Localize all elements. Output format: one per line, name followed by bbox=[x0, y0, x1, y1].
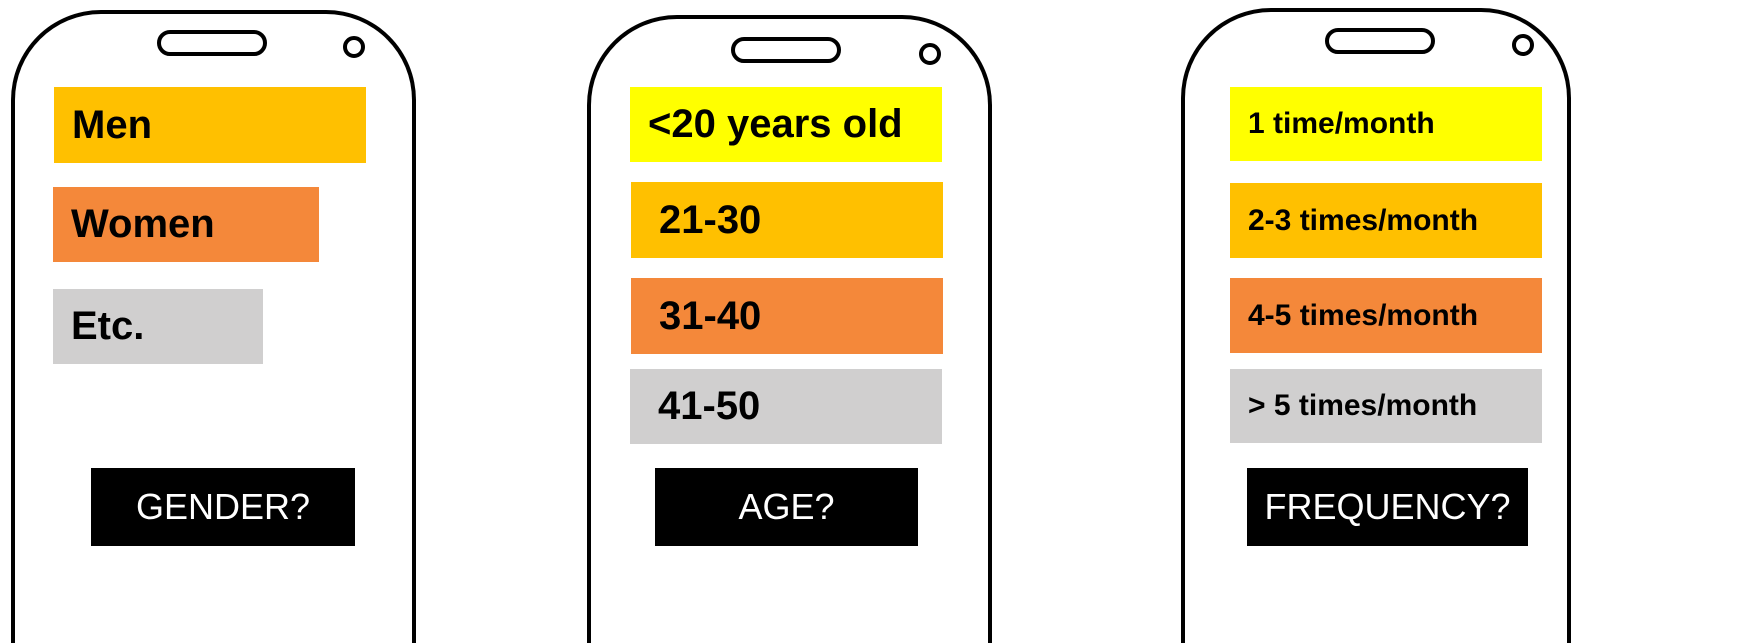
speaker-icon bbox=[731, 37, 841, 63]
speaker-icon bbox=[157, 30, 267, 56]
camera-icon bbox=[1512, 34, 1534, 56]
frequency-button[interactable]: FREQUENCY? bbox=[1247, 468, 1528, 546]
option-over-5-times-month[interactable]: > 5 times/month bbox=[1230, 369, 1542, 443]
option-41-50[interactable]: 41-50 bbox=[630, 369, 942, 444]
option-1-time-month[interactable]: 1 time/month bbox=[1230, 87, 1542, 161]
option-under-20[interactable]: <20 years old bbox=[630, 87, 942, 162]
option-etc[interactable]: Etc. bbox=[53, 289, 263, 364]
option-31-40[interactable]: 31-40 bbox=[631, 278, 943, 354]
camera-icon bbox=[919, 43, 941, 65]
gender-button[interactable]: GENDER? bbox=[91, 468, 355, 546]
speaker-icon bbox=[1325, 28, 1435, 54]
option-21-30[interactable]: 21-30 bbox=[631, 182, 943, 258]
option-4-5-times-month[interactable]: 4-5 times/month bbox=[1230, 278, 1542, 353]
option-men[interactable]: Men bbox=[54, 87, 366, 163]
camera-icon bbox=[343, 36, 365, 58]
option-2-3-times-month[interactable]: 2-3 times/month bbox=[1230, 183, 1542, 258]
option-women[interactable]: Women bbox=[53, 187, 319, 262]
age-button[interactable]: AGE? bbox=[655, 468, 918, 546]
